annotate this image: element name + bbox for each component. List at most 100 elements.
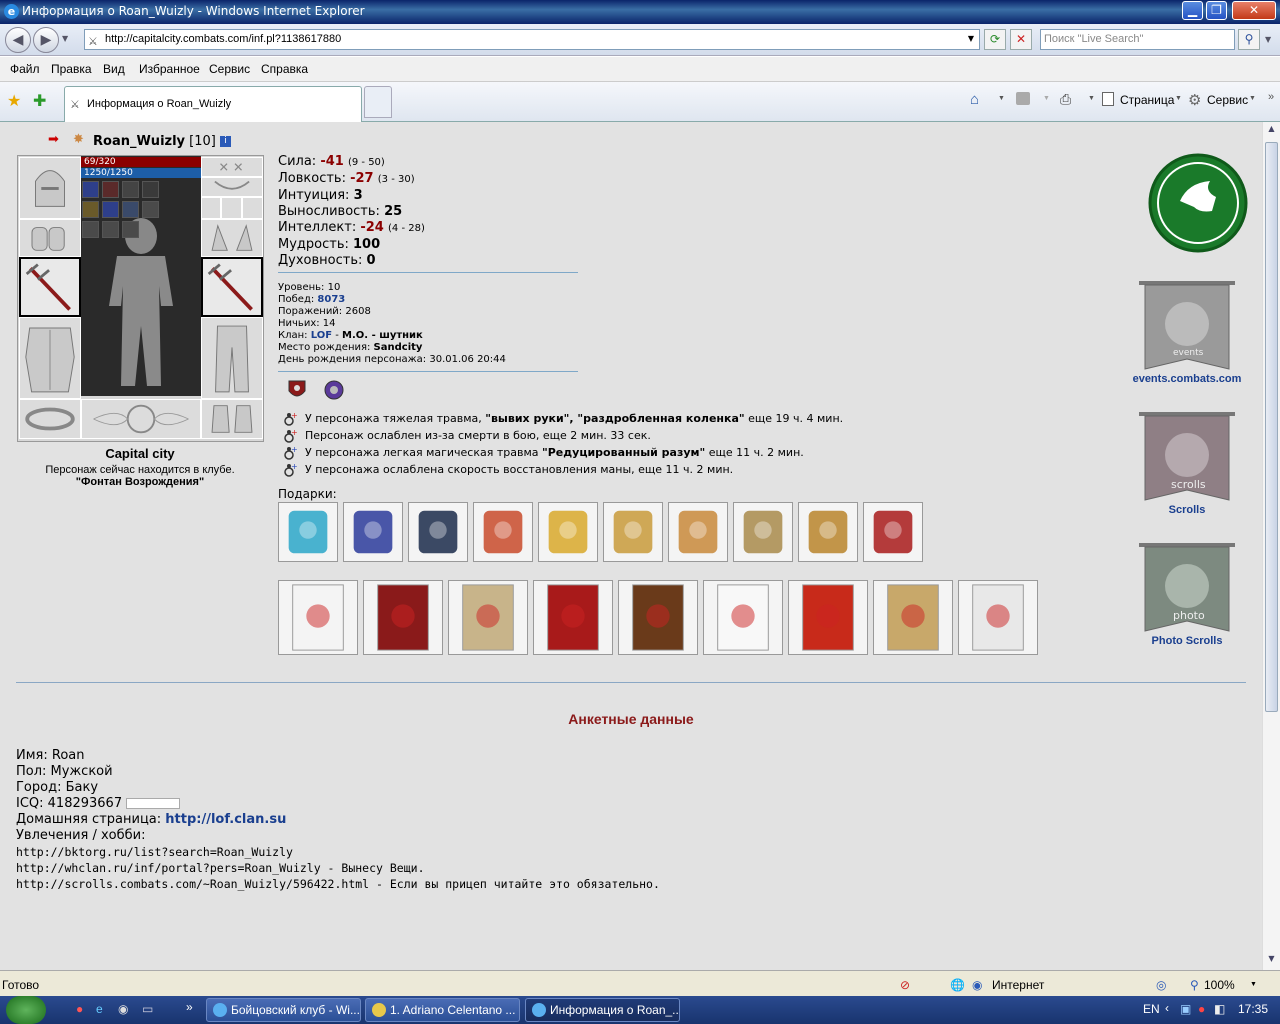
gloves-slot[interactable] [201, 219, 263, 257]
scrolls-banner[interactable]: scrolls [1137, 410, 1237, 505]
info-icon[interactable]: i [220, 136, 231, 147]
zoom-icon[interactable]: ⚲ [1190, 978, 1199, 992]
effect-icon[interactable] [102, 201, 119, 218]
events-banner[interactable]: events [1137, 279, 1237, 374]
forward-button[interactable]: ▶ [33, 27, 59, 53]
task-item[interactable]: 1. Adriano Celentano ... [365, 998, 520, 1022]
quicklaunch-desktop-icon[interactable]: ▭ [142, 1002, 153, 1016]
gift-item[interactable] [603, 502, 663, 562]
page-dropdown-icon[interactable]: ▼ [1175, 95, 1182, 102]
task-item-active[interactable]: Информация о Roan_... [525, 998, 680, 1022]
gift-item[interactable] [363, 580, 443, 655]
menu-tools[interactable]: Сервис [209, 62, 250, 76]
home-icon[interactable]: ⌂ [970, 91, 979, 108]
new-tab-button[interactable] [364, 86, 392, 118]
quicklaunch-ie-icon[interactable]: e [96, 1002, 103, 1016]
wins-link[interactable]: 8073 [317, 294, 345, 305]
gift-item[interactable] [618, 580, 698, 655]
refresh-button[interactable]: ⟳ [984, 29, 1006, 50]
add-favorite-icon[interactable]: ✚ [33, 91, 46, 111]
scroll-thumb[interactable] [1265, 142, 1278, 712]
ring-slot-3[interactable] [242, 197, 263, 219]
leggings-slot[interactable] [201, 317, 263, 399]
language-indicator[interactable]: EN [1143, 1002, 1160, 1016]
menu-view[interactable]: Вид [103, 62, 125, 76]
menu-file[interactable]: Файл [10, 62, 40, 76]
effect-icon[interactable] [102, 221, 119, 238]
quicklaunch-more-icon[interactable]: » [186, 1000, 193, 1014]
gift-item[interactable] [733, 502, 793, 562]
url-dropdown-icon[interactable]: ▼ [960, 29, 982, 50]
bracers-slot[interactable] [19, 219, 81, 257]
gift-item[interactable] [533, 580, 613, 655]
gift-item[interactable] [668, 502, 728, 562]
back-button[interactable]: ◀ [5, 27, 31, 53]
feeds-dropdown-icon[interactable]: ▼ [1043, 95, 1050, 102]
scroll-up-button[interactable]: ▲ [1265, 124, 1278, 138]
arrow-icon[interactable]: ➡ [48, 132, 59, 147]
weapon-left-slot[interactable] [19, 257, 81, 317]
search-options-icon[interactable]: ▼ [1265, 35, 1271, 44]
print-dropdown-icon[interactable]: ▼ [1088, 95, 1095, 102]
print-icon[interactable]: ⎙ [1060, 91, 1071, 108]
amulet-slot[interactable] [201, 177, 263, 197]
gift-item[interactable] [343, 502, 403, 562]
effect-icon[interactable] [82, 201, 99, 218]
armor-slot[interactable] [19, 317, 81, 399]
tools-dropdown-icon[interactable]: ▼ [1249, 95, 1256, 102]
menu-help[interactable]: Справка [261, 62, 308, 76]
gift-item[interactable] [448, 580, 528, 655]
search-input[interactable]: Поиск "Live Search" [1040, 29, 1235, 50]
page-menu[interactable]: Страница [1120, 93, 1174, 107]
search-icon[interactable]: ⚲ [1238, 29, 1260, 50]
gift-item[interactable] [278, 580, 358, 655]
menu-edit[interactable]: Правка [51, 62, 92, 76]
zoom-level[interactable]: 100% [1204, 978, 1235, 992]
maximize-button[interactable]: ❐ [1206, 1, 1227, 20]
photo-scrolls-banner[interactable]: photo [1137, 541, 1237, 636]
clan-link[interactable]: LOF [311, 330, 332, 341]
gift-item[interactable] [958, 580, 1038, 655]
url-field[interactable]: ⚔ http://capitalcity.combats.com/inf.pl?… [84, 29, 980, 50]
task-item[interactable]: Бойцовский клуб - Wi... [206, 998, 361, 1022]
stop-button[interactable]: ✕ [1010, 29, 1032, 50]
security-icon[interactable]: ◎ [1156, 978, 1166, 992]
align-badge-icon[interactable] [324, 379, 344, 401]
gift-item[interactable] [788, 580, 868, 655]
gift-item[interactable] [278, 502, 338, 562]
ring-slot-1[interactable] [201, 197, 221, 219]
goat-logo[interactable] [1148, 153, 1248, 253]
gift-item[interactable] [408, 502, 468, 562]
tray-expand-icon[interactable]: ‹ [1165, 1001, 1169, 1015]
homepage-link[interactable]: http://lof.clan.su [165, 812, 286, 827]
earrings-slot[interactable]: ✕ ✕ [201, 157, 263, 177]
tools-menu[interactable]: Сервис [1207, 93, 1248, 107]
minimize-button[interactable]: ▁ [1182, 1, 1203, 20]
quicklaunch-opera-icon[interactable]: ● [76, 1002, 83, 1016]
history-dropdown-icon[interactable]: ▼ [62, 34, 68, 43]
tab-active[interactable]: ⚔ Информация о Roan_Wuizly [64, 86, 362, 122]
helmet-slot[interactable] [19, 157, 81, 219]
gift-item[interactable] [473, 502, 533, 562]
clan-badge-icon[interactable] [287, 379, 307, 401]
effect-icon[interactable] [142, 181, 159, 198]
favorites-star-icon[interactable]: ★ [7, 91, 21, 111]
gift-item[interactable] [538, 502, 598, 562]
ring-slot-2[interactable] [221, 197, 242, 219]
vertical-scrollbar[interactable]: ▲ ▼ [1262, 122, 1280, 970]
effect-icon[interactable] [122, 221, 139, 238]
zoom-dropdown-icon[interactable]: ▼ [1250, 981, 1257, 988]
start-button[interactable] [6, 996, 46, 1024]
home-dropdown-icon[interactable]: ▼ [998, 95, 1005, 102]
gift-item[interactable] [873, 580, 953, 655]
scrolls-link[interactable]: Scrolls [1137, 504, 1237, 516]
tray-volume-icon[interactable]: ◧ [1214, 1002, 1225, 1016]
gift-item[interactable] [798, 502, 858, 562]
tray-opera-icon[interactable]: ● [1198, 1002, 1205, 1016]
effect-icon[interactable] [122, 181, 139, 198]
effect-icon[interactable] [82, 221, 99, 238]
effect-icon[interactable] [122, 201, 139, 218]
scroll-down-button[interactable]: ▼ [1265, 954, 1278, 968]
tray-network-icon[interactable]: ▣ [1180, 1002, 1191, 1016]
effect-icon[interactable] [82, 181, 99, 198]
